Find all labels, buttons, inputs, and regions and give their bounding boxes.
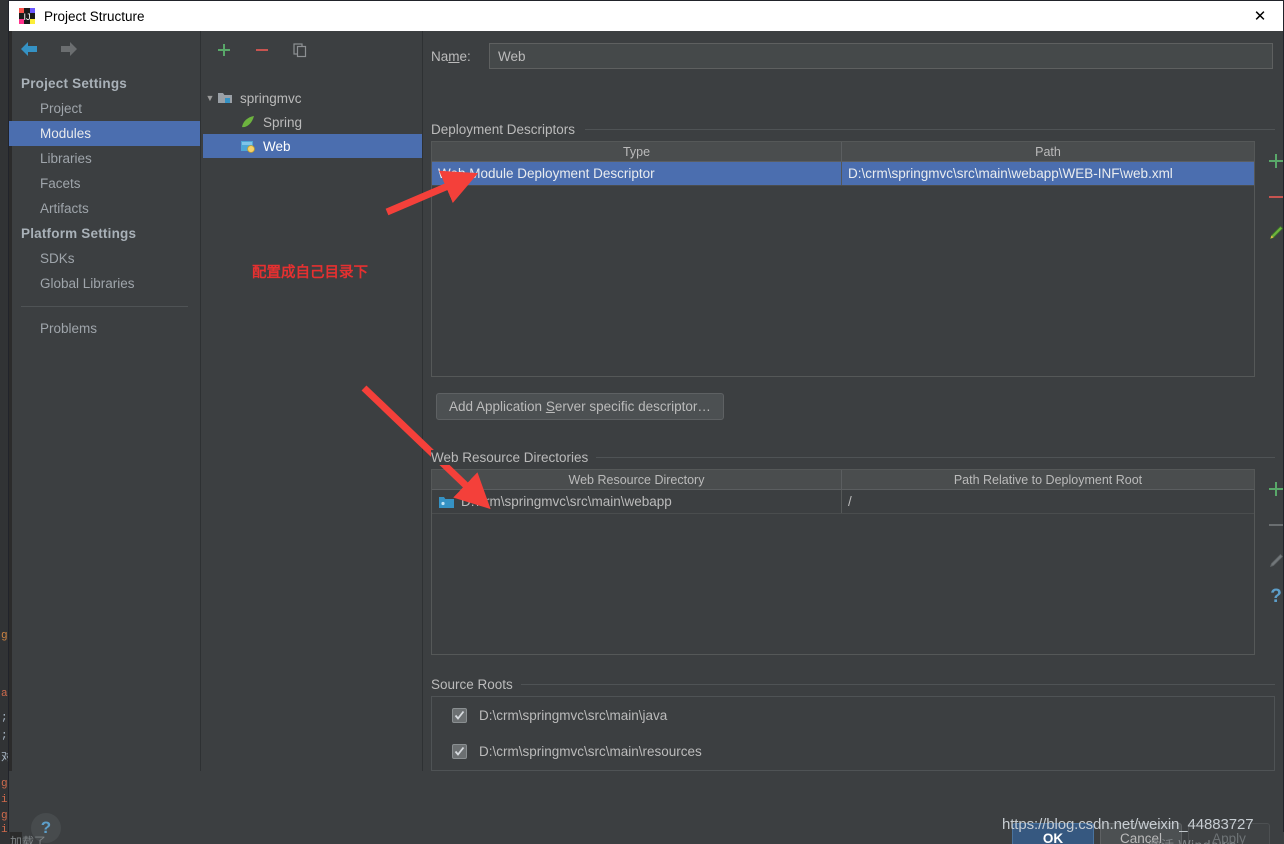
dialog-titlebar: IJ Project Structure ✕ xyxy=(9,1,1283,31)
sidebar-divider xyxy=(21,306,188,307)
deployment-descriptors-toolbar xyxy=(1259,143,1284,251)
tree-node-springmvc[interactable]: ▼ springmvc xyxy=(203,86,422,110)
source-roots-title: Source Roots xyxy=(431,677,521,692)
source-root-label: D:\crm\springmvc\src\main\java xyxy=(479,707,668,723)
copy-icon[interactable] xyxy=(289,39,311,61)
settings-sidebar: Project Settings Project Modules Librari… xyxy=(9,31,200,771)
back-arrow-icon[interactable] xyxy=(19,39,41,59)
minus-icon[interactable] xyxy=(1261,179,1284,215)
tree-node-label: Spring xyxy=(263,114,303,130)
column-header-type[interactable]: Type xyxy=(432,142,841,161)
sidebar-item-project[interactable]: Project xyxy=(9,96,200,121)
tree-node-spring[interactable]: Spring xyxy=(203,110,422,134)
minus-icon[interactable] xyxy=(251,39,273,61)
nav-history-controls xyxy=(19,39,79,59)
deployment-descriptors-title: Deployment Descriptors xyxy=(431,122,584,137)
source-root-checkbox[interactable] xyxy=(452,707,467,723)
editor-code-fragment: g xyxy=(1,810,8,822)
dialog-title: Project Structure xyxy=(44,8,145,24)
sidebar-item-global-libraries[interactable]: Global Libraries xyxy=(9,271,200,296)
column-header-path[interactable]: Path xyxy=(842,142,1254,161)
module-folder-icon xyxy=(217,90,235,106)
chevron-down-icon[interactable]: ▼ xyxy=(203,93,217,103)
plus-icon[interactable] xyxy=(1261,471,1284,507)
name-label: Name: xyxy=(431,48,471,64)
question-icon[interactable]: ? xyxy=(1261,579,1284,615)
sidebar-group-project-settings: Project Settings xyxy=(21,76,127,91)
table-header-row: Type Path xyxy=(432,142,1254,162)
column-header-web-resource-directory[interactable]: Web Resource Directory xyxy=(432,470,841,489)
editor-code-fragment: g xyxy=(1,630,8,642)
editor-code-fragment: ; xyxy=(1,730,8,742)
table-row[interactable]: D:\crm\springmvc\src\main\webapp / xyxy=(432,490,1254,513)
editor-code-fragment: i xyxy=(1,794,8,806)
plus-icon[interactable] xyxy=(213,39,235,61)
sidebar-item-modules[interactable]: Modules xyxy=(9,121,200,146)
table-header-row: Web Resource Directory Path Relative to … xyxy=(432,470,1254,490)
sidebar-right-divider xyxy=(200,31,201,771)
cell-path: D:\crm\springmvc\src\main\webapp\WEB-INF… xyxy=(848,166,1173,181)
section-divider xyxy=(510,684,1275,685)
editor-code-fragment: ; xyxy=(1,712,8,724)
editor-code-fragment: a xyxy=(1,688,8,700)
sidebar-item-facets[interactable]: Facets xyxy=(9,171,200,196)
sidebar-items: Project Settings Project Modules Librari… xyxy=(9,71,200,341)
name-row: Name: xyxy=(431,43,1273,69)
web-resource-directories-title: Web Resource Directories xyxy=(431,450,597,465)
pencil-icon xyxy=(1261,543,1284,579)
source-roots-list: D:\crm\springmvc\src\main\java D:\crm\sp… xyxy=(431,696,1275,771)
plus-icon[interactable] xyxy=(1261,143,1284,179)
screenshot-root: g a ; ; 对 g i g i IJ Project Structure ✕ xyxy=(0,0,1284,844)
project-structure-dialog: IJ Project Structure ✕ Project Settings … xyxy=(8,0,1284,844)
folder-icon xyxy=(438,495,455,509)
sidebar-item-artifacts[interactable]: Artifacts xyxy=(9,196,200,221)
cell-text: D:\crm\springmvc\src\main\webapp xyxy=(461,494,672,509)
intellij-idea-icon: IJ xyxy=(19,8,35,24)
cell-relative-path: / xyxy=(848,494,852,509)
svg-text:IJ: IJ xyxy=(23,12,30,22)
tree-node-label: springmvc xyxy=(240,90,302,106)
web-resource-directories-table: Web Resource Directory Path Relative to … xyxy=(431,469,1255,655)
row-underline xyxy=(432,185,1254,186)
sidebar-item-sdks[interactable]: SDKs xyxy=(9,246,200,271)
minus-icon xyxy=(1261,507,1284,543)
editor-code-fragment: g xyxy=(1,778,8,790)
web-resource-directories-toolbar: ? xyxy=(1259,471,1284,615)
source-root-item[interactable]: D:\crm\springmvc\src\main\java xyxy=(432,697,1274,733)
annotation-note-cn: 配置成自己目录下 xyxy=(252,265,368,281)
source-root-label: D:\crm\springmvc\src\main\resources xyxy=(479,743,702,759)
watermark-url: https://blog.csdn.net/weixin_44883727 xyxy=(1002,816,1254,833)
module-tree-toolbar xyxy=(213,39,311,61)
add-app-server-descriptor-button[interactable]: Add Application Server specific descript… xyxy=(436,393,724,420)
module-tree-panel: ▼ springmvc Spring Web xyxy=(203,31,422,771)
pencil-icon[interactable] xyxy=(1261,215,1284,251)
table-row[interactable]: Web Module Deployment Descriptor D:\crm\… xyxy=(432,162,1254,185)
forward-arrow-icon[interactable] xyxy=(57,39,79,59)
background-status-text: 加载了 xyxy=(10,835,47,844)
sidebar-item-problems[interactable]: Problems xyxy=(9,316,200,341)
source-root-item[interactable]: D:\crm\springmvc\src\main\resources xyxy=(432,733,1274,769)
column-header-path-relative[interactable]: Path Relative to Deployment Root xyxy=(842,470,1254,489)
name-input[interactable] xyxy=(489,43,1273,69)
web-facet-icon xyxy=(239,138,257,154)
web-facet-settings: Name: Deployment Descriptors Type Path W… xyxy=(423,31,1284,771)
cell-type: Web Module Deployment Descriptor xyxy=(438,166,655,181)
tree-node-web[interactable]: Web xyxy=(203,134,422,158)
dialog-body: Project Settings Project Modules Librari… xyxy=(9,31,1284,844)
sidebar-group-platform-settings: Platform Settings xyxy=(21,226,137,241)
deployment-descriptors-table: Type Path Web Module Deployment Descript… xyxy=(431,141,1255,377)
section-divider xyxy=(585,129,1275,130)
windows-activation-text: 激活 Windows xyxy=(1148,835,1236,844)
source-root-checkbox[interactable] xyxy=(452,743,467,759)
section-divider xyxy=(593,457,1275,458)
cell-web-resource-directory: D:\crm\springmvc\src\main\webapp xyxy=(432,490,841,513)
sidebar-item-libraries[interactable]: Libraries xyxy=(9,146,200,171)
row-underline xyxy=(432,513,1254,514)
spring-leaf-icon xyxy=(239,114,257,130)
editor-code-fragment: i xyxy=(1,824,8,836)
close-icon[interactable]: ✕ xyxy=(1237,1,1283,31)
tree-node-label: Web xyxy=(263,138,291,154)
module-tree-nodes: ▼ springmvc Spring Web xyxy=(203,86,422,158)
